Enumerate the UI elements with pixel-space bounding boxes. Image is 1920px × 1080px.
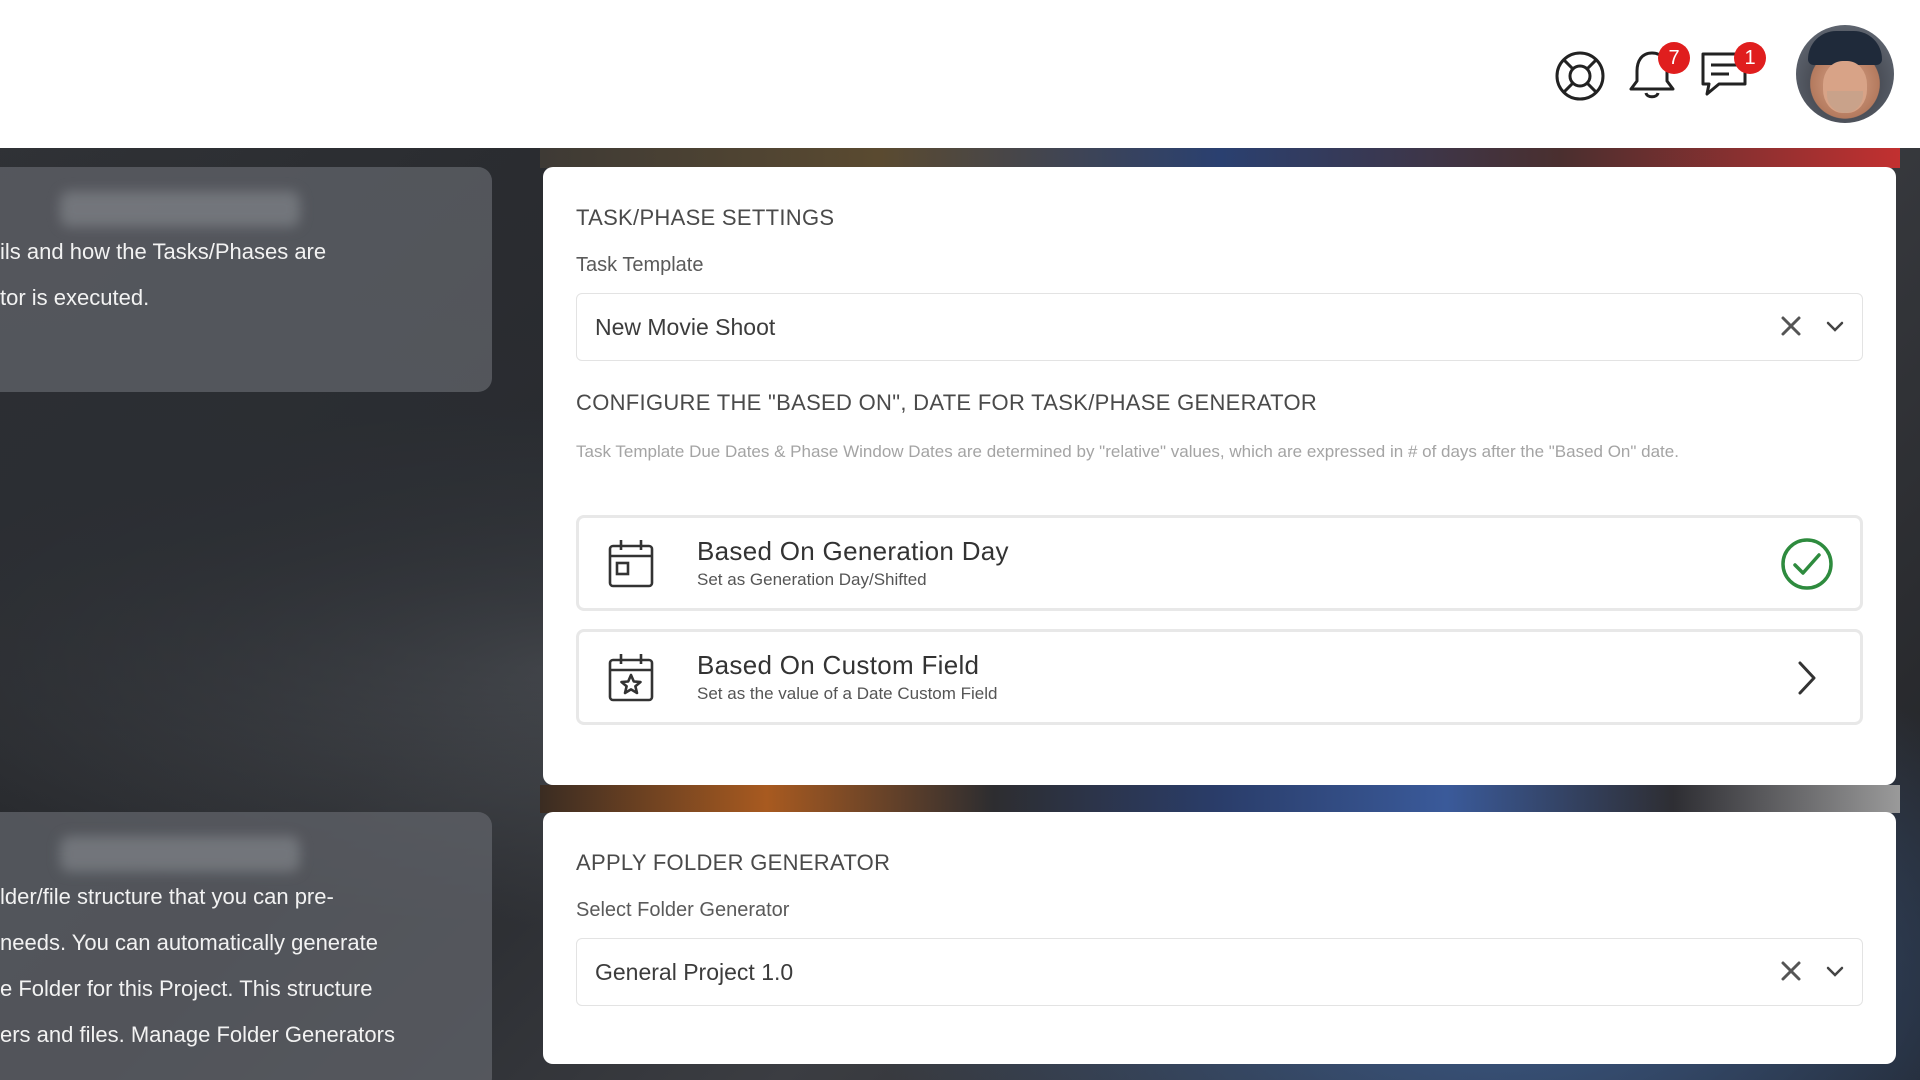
background-strip-middle [540,785,1900,813]
task-info-line-2: tor is executed. [0,285,150,310]
task-template-select[interactable]: New Movie Shoot [576,293,1863,361]
avatar-cap [1808,31,1882,65]
top-header: 7 1 [0,0,1920,148]
task-info-panel: ils and how the Tasks/Phases are tor is … [0,167,492,392]
task-info-blurred-title [60,191,300,227]
messages-badge: 1 [1734,42,1766,74]
folder-info-panel: lder/file structure that you can pre- ne… [0,812,492,1080]
messages-chat-icon[interactable]: 1 [1698,42,1766,102]
option-subtitle: Set as Generation Day/Shifted [697,570,927,589]
folder-info-line-4: ers and files. Manage Folder Generators [0,1022,395,1047]
option-title: Based On Generation Day [697,536,1009,566]
task-template-value: New Movie Shoot [595,313,776,340]
folder-info-line-1: lder/file structure that you can pre- [0,884,334,909]
folder-info-line-3: e Folder for this Project. This structur… [0,976,373,1001]
background-strip-top [540,148,1900,168]
folder-generator-title: APPLY FOLDER GENERATOR [576,850,891,875]
based-on-help-text: Task Template Due Dates & Phase Window D… [576,442,1679,461]
based-on-title: CONFIGURE THE "BASED ON", DATE FOR TASK/… [576,390,1318,415]
notifications-bell-icon[interactable]: 7 [1624,42,1690,102]
folder-generator-card: APPLY FOLDER GENERATOR Select Folder Gen… [543,812,1896,1064]
help-lifebuoy-icon[interactable] [1552,48,1608,104]
calendar-icon [607,538,655,590]
clear-icon[interactable] [1776,311,1806,341]
chevron-down-icon[interactable] [1822,314,1848,340]
chevron-down-icon[interactable] [1822,959,1848,985]
task-phase-settings-title: TASK/PHASE SETTINGS [576,205,835,230]
check-circle-icon [1780,537,1834,591]
task-info-line-1: ils and how the Tasks/Phases are [0,239,327,264]
notifications-badge: 7 [1658,42,1690,74]
option-based-on-generation-day[interactable]: Based On Generation Day Set as Generatio… [576,515,1863,611]
option-based-on-custom-field[interactable]: Based On Custom Field Set as the value o… [576,629,1863,725]
folder-info-blurred-title [60,836,300,872]
clear-icon[interactable] [1776,956,1806,986]
option-title: Based On Custom Field [697,650,980,680]
folder-generator-value: General Project 1.0 [595,958,794,985]
option-subtitle: Set as the value of a Date Custom Field [697,684,998,703]
folder-generator-label: Select Folder Generator [576,899,790,921]
chevron-right-icon [1780,651,1834,705]
task-phase-settings-card: TASK/PHASE SETTINGS Task Template New Mo… [543,167,1896,785]
task-template-label: Task Template [576,254,704,276]
folder-generator-select[interactable]: General Project 1.0 [576,938,1863,1006]
user-avatar[interactable] [1796,25,1894,123]
folder-info-line-2: needs. You can automatically generate [0,930,378,955]
calendar-star-icon [607,652,655,704]
